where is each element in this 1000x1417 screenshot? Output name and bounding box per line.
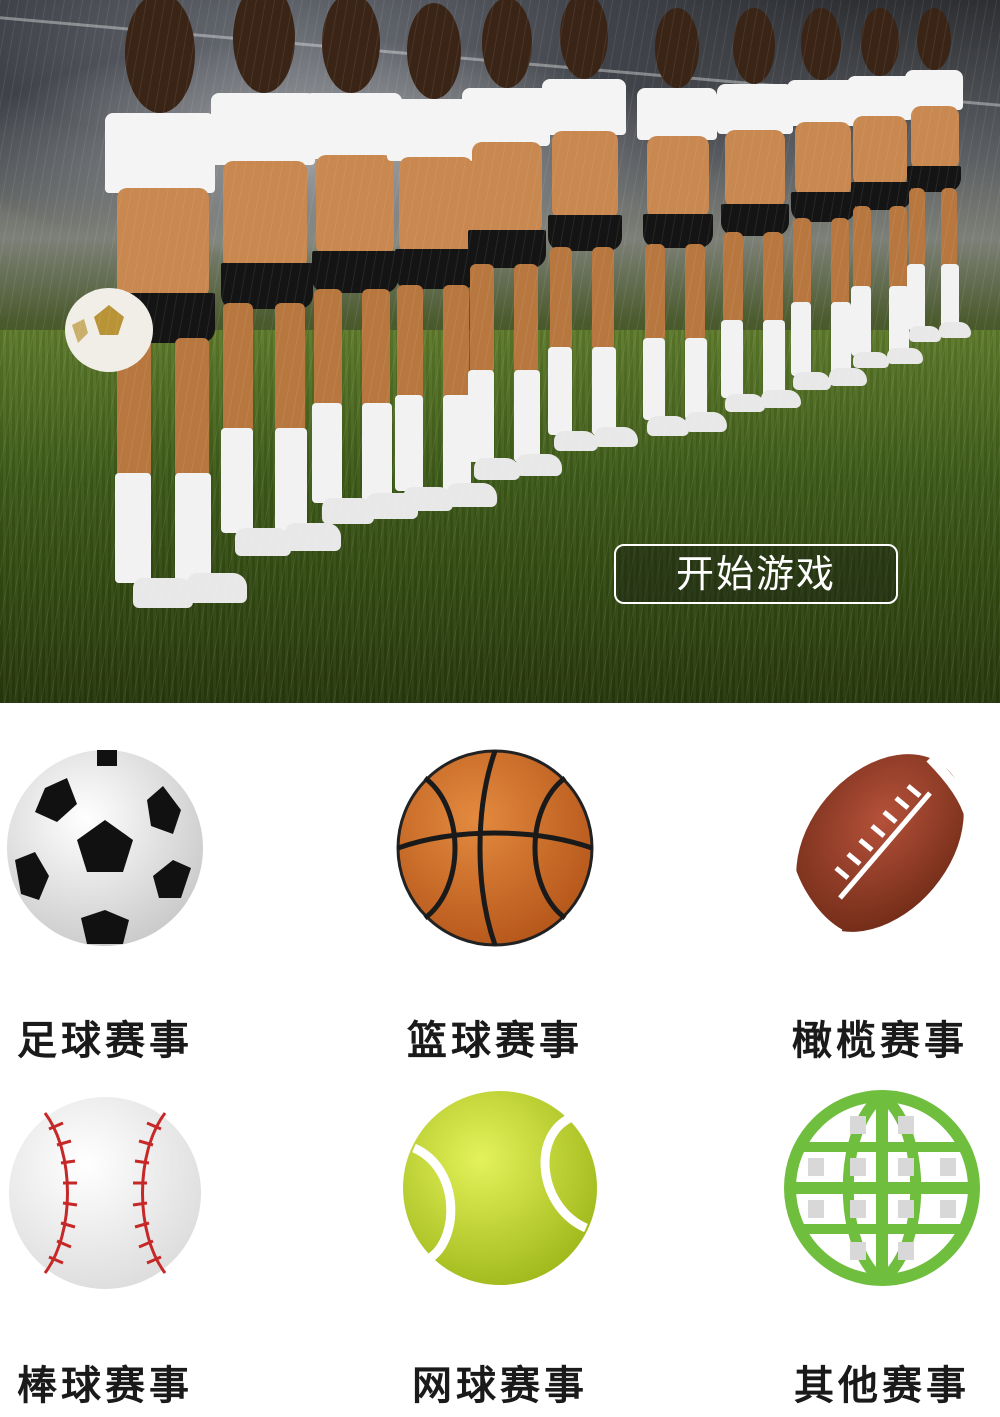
sport-label-soccer: 足球赛事 [17, 1017, 193, 1064]
sport-card-basketball[interactable]: 篮球赛事 [365, 743, 625, 1064]
basketball-icon [396, 749, 594, 947]
soccer-ball-icon [7, 750, 203, 946]
start-game-button[interactable]: 开始游戏 [614, 544, 898, 604]
sport-card-baseball[interactable]: 棒球赛事 [0, 1088, 235, 1409]
baseball-icon [9, 1097, 201, 1289]
hero-banner: 开始游戏 [0, 0, 1000, 703]
sport-card-rugby[interactable]: 橄榄赛事 [750, 743, 1000, 1064]
sport-label-other: 其他赛事 [794, 1362, 970, 1409]
rugby-ball-icon [785, 754, 975, 939]
sport-card-soccer[interactable]: 足球赛事 [0, 743, 235, 1064]
sport-card-tennis[interactable]: 网球赛事 [370, 1088, 630, 1409]
globe-icon [784, 1090, 980, 1286]
sport-category-grid: 足球赛事 篮球赛事 橄榄赛事 棒球赛事 网球赛事 其他赛事 [0, 703, 1000, 1417]
sport-label-basketball: 篮球赛事 [407, 1017, 583, 1064]
sport-label-rugby: 橄榄赛事 [792, 1017, 968, 1064]
tennis-ball-icon [403, 1091, 597, 1285]
sport-card-other[interactable]: 其他赛事 [752, 1088, 1000, 1409]
sport-label-tennis: 网球赛事 [412, 1362, 588, 1409]
sport-label-baseball: 棒球赛事 [17, 1362, 193, 1409]
